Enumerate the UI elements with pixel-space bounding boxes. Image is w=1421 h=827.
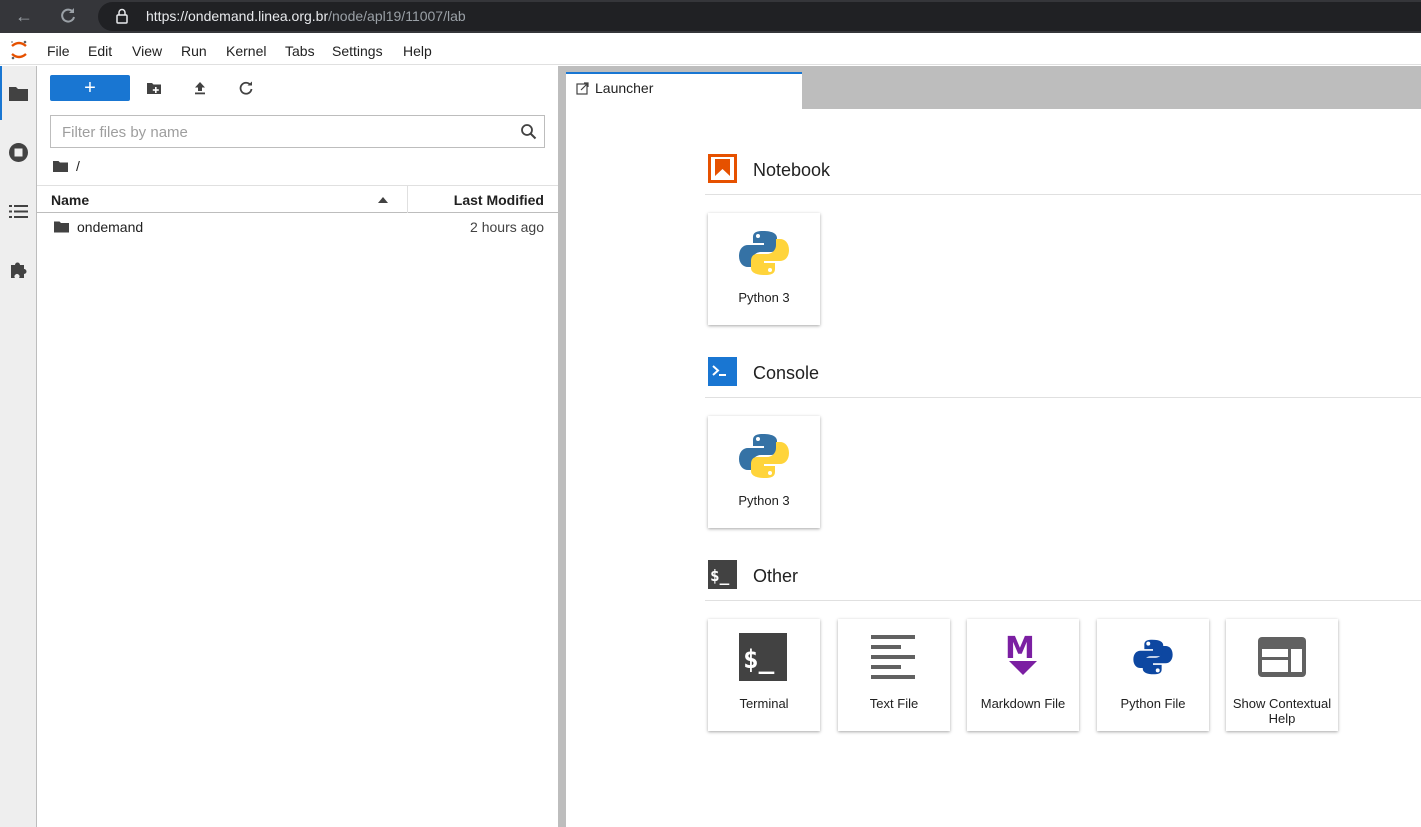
breadcrumb-path[interactable]: /: [76, 158, 80, 174]
running-sessions-icon[interactable]: [8, 142, 29, 163]
section-divider: [705, 397, 1421, 398]
table-of-contents-icon[interactable]: [8, 201, 29, 222]
file-filter-input[interactable]: Filter files by name: [50, 115, 545, 148]
reload-icon[interactable]: [55, 4, 81, 28]
notebook-section-icon: [708, 154, 737, 183]
file-modified: 2 hours ago: [470, 219, 544, 235]
notebook-section-title: Notebook: [753, 160, 831, 180]
new-folder-icon[interactable]: [146, 80, 162, 96]
upload-icon[interactable]: [192, 80, 208, 96]
card-label: Python 3: [738, 290, 790, 305]
breadcrumb-folder-icon[interactable]: [53, 160, 68, 173]
other-section-title: Other: [753, 566, 799, 586]
section-divider: [705, 194, 1421, 195]
menu-tabs[interactable]: Tabs: [285, 43, 315, 59]
card-label: Text File: [869, 696, 919, 711]
python-file-card[interactable]: Python File: [1097, 619, 1209, 731]
back-icon[interactable]: ←: [11, 4, 37, 28]
file-row[interactable]: ondemand 2 hours ago: [37, 214, 558, 240]
svg-text:M: M: [1005, 631, 1035, 666]
url-text: https://ondemand.linea.org.br/node/apl19…: [146, 8, 466, 24]
contextual-help-card[interactable]: Show Contextual Help: [1226, 619, 1338, 731]
url-host: https://ondemand.linea.org.br: [146, 8, 329, 24]
text-file-icon: [871, 635, 915, 679]
section-divider: [705, 600, 1421, 601]
menu-run[interactable]: Run: [181, 43, 207, 59]
markdown-file-card[interactable]: M Markdown File: [967, 619, 1079, 731]
new-launcher-button[interactable]: +: [50, 75, 130, 101]
menu-edit[interactable]: Edit: [88, 43, 112, 59]
address-bar[interactable]: https://ondemand.linea.org.br/node/apl19…: [98, 2, 1421, 31]
menu-view[interactable]: View: [132, 43, 162, 59]
python-logo-icon: [739, 434, 789, 478]
card-label: Markdown File: [980, 696, 1066, 711]
svg-text:$_: $_: [743, 645, 775, 675]
file-browser: + Filter files by name / Name Last Modif…: [37, 66, 558, 827]
file-name: ondemand: [77, 219, 144, 235]
menu-kernel[interactable]: Kernel: [226, 43, 266, 59]
terminal-icon: $_: [739, 633, 787, 681]
extension-manager-icon[interactable]: [8, 259, 29, 280]
card-label: Python File: [1120, 696, 1186, 711]
menu-file[interactable]: File: [47, 43, 70, 59]
console-section-icon: [708, 357, 737, 386]
tab-label: Launcher: [595, 80, 654, 96]
card-label: Show Contextual Help: [1232, 696, 1332, 726]
folder-icon[interactable]: [8, 83, 29, 104]
launcher-panel: Notebook Python 3 Console Python 3 $_ Ot…: [566, 109, 1421, 827]
panel-splitter[interactable]: [558, 66, 566, 827]
contextual-help-icon: [1258, 637, 1306, 677]
jupyter-logo-icon: [11, 40, 27, 60]
search-icon: [521, 124, 537, 140]
column-name[interactable]: Name: [51, 192, 89, 208]
python-logo-icon: [739, 231, 789, 275]
text-file-card[interactable]: Text File: [838, 619, 950, 731]
file-list-header: Name Last Modified: [37, 185, 558, 213]
activity-bar: [0, 66, 37, 827]
launcher-icon: [576, 82, 589, 95]
filter-placeholder: Filter files by name: [62, 124, 188, 141]
tab-bar: Launcher: [566, 66, 1421, 109]
console-python3-card[interactable]: Python 3: [708, 416, 820, 528]
console-section-title: Console: [753, 363, 820, 383]
notebook-python3-card[interactable]: Python 3: [708, 213, 820, 325]
menu-settings[interactable]: Settings: [332, 43, 383, 59]
other-section-icon: $_: [708, 560, 737, 589]
url-path: /node/apl19/11007/lab: [328, 8, 466, 24]
active-tab-indicator: [0, 66, 2, 120]
card-label: Python 3: [738, 493, 790, 508]
svg-text:$_: $_: [710, 566, 730, 585]
refresh-icon[interactable]: [238, 80, 254, 96]
tab-launcher[interactable]: Launcher: [566, 72, 802, 109]
markdown-icon: M: [1005, 631, 1037, 675]
browser-toolbar: ← https://ondemand.linea.org.br/node/apl…: [0, 0, 1421, 33]
lock-icon: [116, 8, 128, 24]
python-file-icon: [1133, 639, 1173, 675]
terminal-card[interactable]: $_ Terminal: [708, 619, 820, 731]
column-divider[interactable]: [407, 186, 408, 213]
column-last-modified[interactable]: Last Modified: [454, 192, 544, 208]
card-label: Terminal: [739, 696, 789, 711]
menu-help[interactable]: Help: [403, 43, 432, 59]
sort-ascending-icon[interactable]: [378, 197, 388, 203]
folder-icon: [54, 221, 69, 233]
menu-bar: File Edit View Run Kernel Tabs Settings …: [0, 35, 1421, 65]
